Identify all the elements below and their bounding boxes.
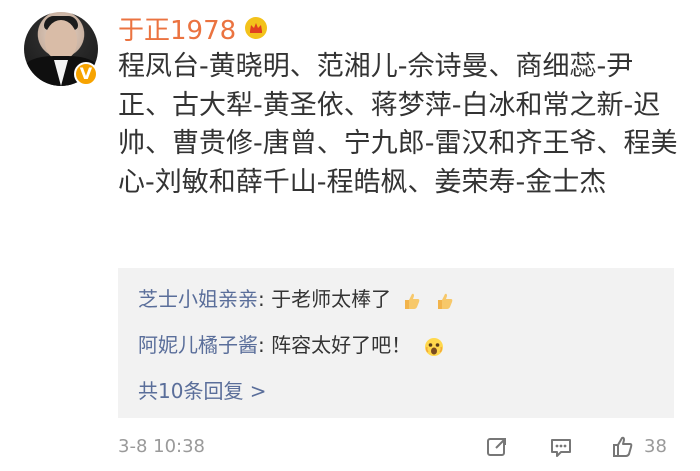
reply-separator: : [258, 333, 272, 357]
comment-button[interactable] [548, 430, 574, 464]
reply-author[interactable]: 芝士小姐亲亲 [138, 287, 258, 311]
reply-panel: 芝士小姐亲亲: 于老师太棒了 阿妮儿橘子酱: 阵容太好了吧！ 共10条回复 > [118, 268, 674, 418]
comment-icon [551, 439, 571, 457]
reply-row[interactable]: 阿妮儿橘子酱: 阵容太好了吧！ [138, 330, 445, 360]
reply-text: 阵容太好了吧！ [271, 333, 412, 357]
view-replies-link[interactable]: 共10条回复 > [138, 376, 267, 406]
thumbs-up-emoji-icon [405, 293, 420, 309]
surprised-face-emoji-icon [425, 337, 444, 356]
avatar-face [45, 20, 77, 60]
reply-separator: : [258, 287, 272, 311]
author-name[interactable]: 于正1978 [118, 10, 236, 47]
thumbs-up-emoji-icon [437, 293, 453, 309]
post-text: 程凤台-黄晓明、范湘儿-佘诗曼、商细蕊-尹正、古大犁-黄圣依、蒋梦萍-白冰和常之… [118, 51, 678, 198]
like-count: 38 [644, 436, 667, 457]
timestamp: 3-8 10:38 [118, 436, 205, 457]
reply-text: 于老师太棒了 [271, 287, 392, 311]
like-icon [613, 436, 633, 457]
post-footer: 3-8 10:38 38 [118, 430, 684, 464]
share-button[interactable] [484, 430, 510, 464]
reply-author[interactable]: 阿妮儿橘子酱 [138, 333, 258, 357]
share-icon [487, 438, 506, 456]
crown-icon [245, 17, 268, 39]
reply-row[interactable]: 芝士小姐亲亲: 于老师太棒了 [138, 284, 456, 314]
like-button[interactable]: 38 [610, 430, 667, 464]
verified-badge-icon: V [74, 62, 98, 86]
author-row: 于正1978 [118, 10, 268, 46]
